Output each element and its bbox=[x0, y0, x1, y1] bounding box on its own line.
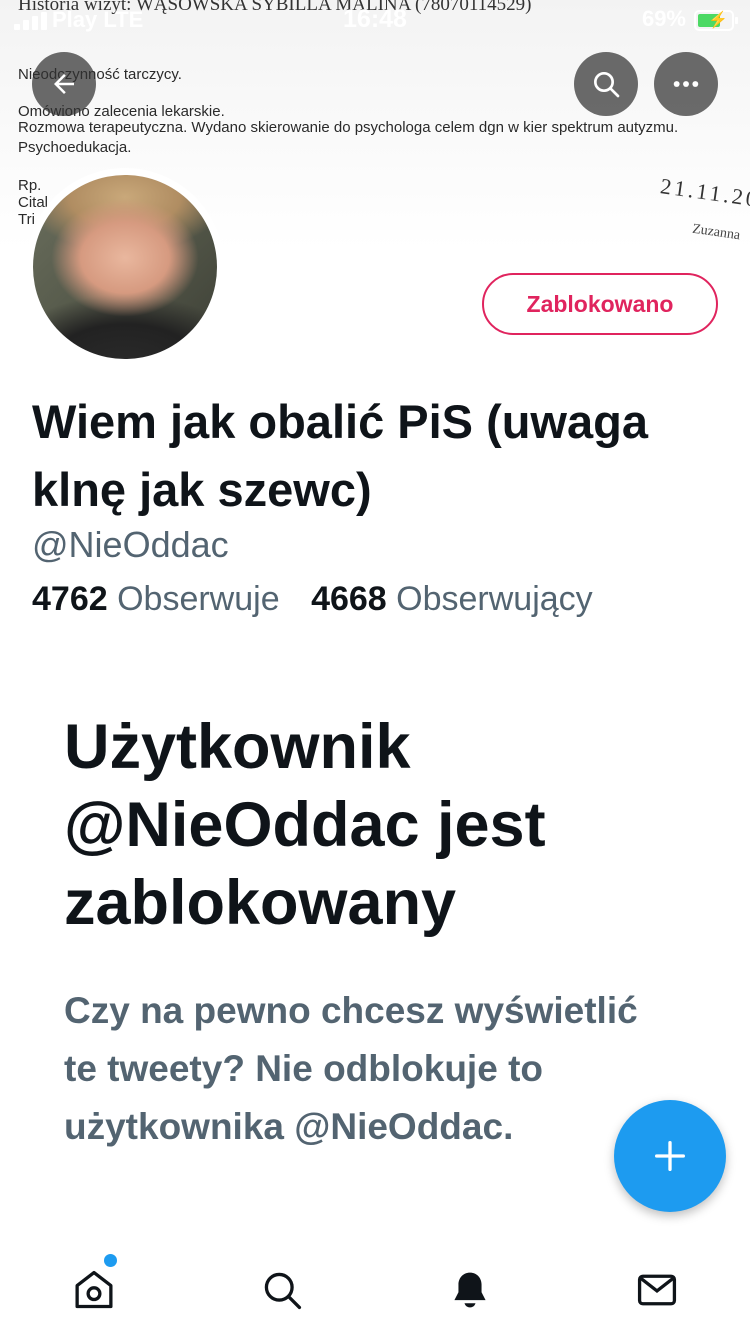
follow-stats: 4762 Obserwuje 4668 Obserwujący bbox=[32, 580, 615, 619]
arrow-left-icon bbox=[54, 74, 74, 94]
status-bar: Play LTE 16:48 69% ⚡ bbox=[0, 0, 750, 40]
user-handle: @NieOddac bbox=[32, 524, 229, 565]
following-count: 4762 bbox=[32, 580, 108, 618]
followers-stat[interactable]: 4668 Obserwujący bbox=[311, 580, 593, 618]
search-icon bbox=[264, 1272, 302, 1310]
document-line: Rozmowa terapeutyczna. Wydano skierowani… bbox=[18, 119, 679, 136]
document-line: Rp. bbox=[18, 177, 42, 194]
blocked-notice-text: Czy na pewno chcesz wyświetlić te tweety… bbox=[64, 990, 638, 1147]
compose-tweet-button[interactable] bbox=[614, 1100, 726, 1212]
document-line: Psychoedukacja. bbox=[18, 139, 132, 156]
search-button[interactable] bbox=[574, 52, 638, 116]
home-icon bbox=[75, 1270, 113, 1309]
nav-messages[interactable] bbox=[629, 1262, 685, 1318]
mail-icon bbox=[637, 1274, 677, 1306]
search-icon bbox=[594, 72, 620, 98]
document-stamp: Zuzanna bbox=[691, 221, 741, 244]
battery-percentage: 69% bbox=[641, 6, 686, 31]
display-name: Wiem jak obalić PiS (uwaga klnę jak szew… bbox=[32, 395, 648, 516]
nav-search[interactable] bbox=[254, 1262, 310, 1318]
back-button[interactable] bbox=[32, 52, 96, 116]
more-button[interactable] bbox=[654, 52, 718, 116]
plus-icon bbox=[655, 1141, 685, 1171]
following-label: Obserwuje bbox=[117, 580, 280, 618]
blocked-button[interactable]: Zablokowano bbox=[482, 273, 718, 335]
following-stat[interactable]: 4762 Obserwuje bbox=[32, 580, 280, 618]
nav-home[interactable] bbox=[66, 1262, 122, 1318]
blocked-notice-title: Użytkownik @NieOddac jest zablokowany bbox=[64, 712, 546, 938]
nav-notifications[interactable] bbox=[442, 1262, 498, 1318]
battery-icon: ⚡ bbox=[694, 10, 738, 31]
clock: 16:48 bbox=[343, 5, 407, 33]
new-activity-badge bbox=[104, 1254, 117, 1267]
avatar[interactable] bbox=[33, 175, 217, 359]
more-horizontal-icon bbox=[673, 81, 699, 87]
document-line: Tri bbox=[18, 211, 35, 228]
bell-icon bbox=[454, 1272, 486, 1308]
followers-label: Obserwujący bbox=[396, 580, 593, 618]
followers-count: 4668 bbox=[311, 580, 387, 618]
document-signature: 21.11.20 bbox=[658, 173, 750, 212]
